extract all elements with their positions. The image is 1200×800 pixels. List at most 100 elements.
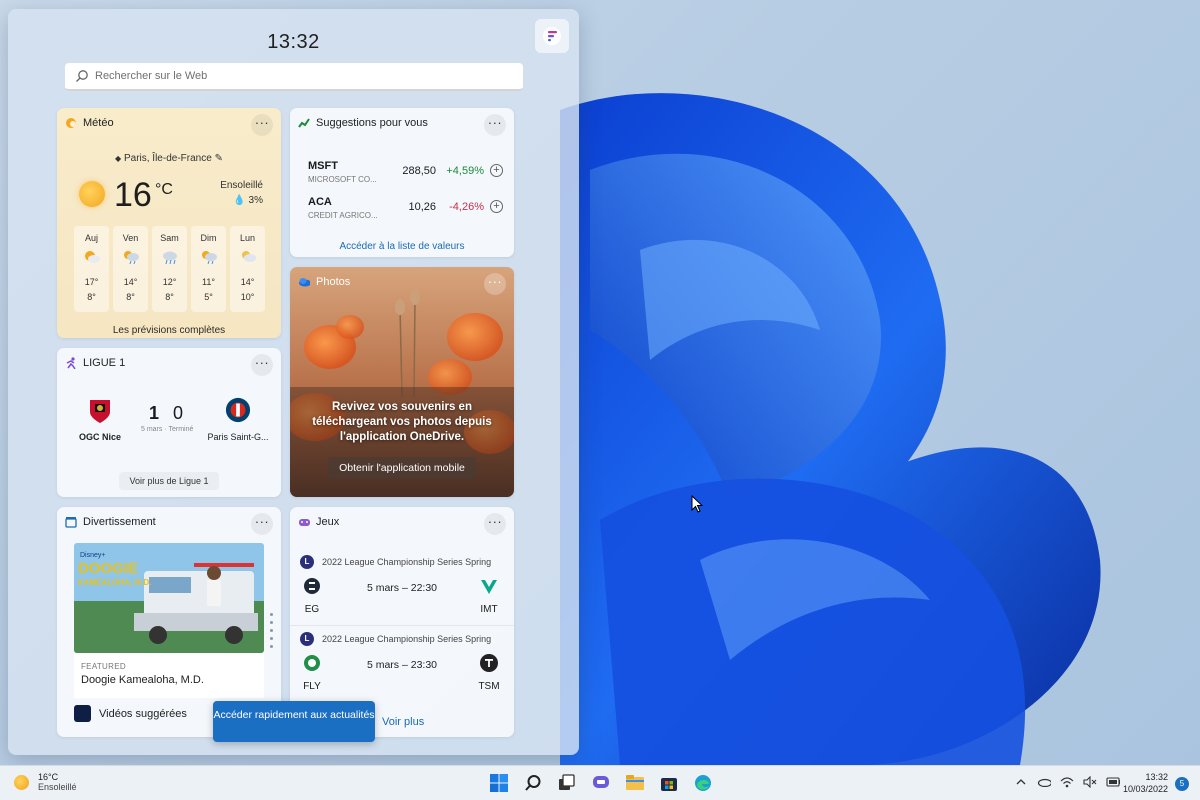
stock-name: CREDIT AGRICO... [308, 211, 378, 220]
match-status: 5 mars · Terminé [141, 426, 194, 433]
ligue1-more-button[interactable]: ··· [251, 354, 273, 376]
away-team-name: Paris Saint-G... [207, 432, 269, 442]
volume-muted-icon[interactable] [1083, 775, 1097, 789]
featured-title: Doogie Kamealoha, M.D. [81, 674, 204, 686]
rain-cloud-icon [152, 249, 187, 269]
see-more-link[interactable]: Voir plus [382, 716, 424, 728]
stock-row[interactable]: ACA CREDIT AGRICO... 10,26 -4,26% + [308, 196, 504, 224]
forecast-day[interactable]: Sam 12° 8° [152, 226, 187, 312]
weather-location[interactable]: ◆ Paris, Île-de-France ✎ [57, 153, 281, 164]
search-button[interactable] [520, 770, 546, 796]
match-league: L 2022 League Championship Series Spring [300, 555, 491, 569]
lcs-logo-icon: L [300, 555, 314, 569]
weather-widget[interactable]: Météo ··· ◆ Paris, Île-de-France ✎ 16 °C… [57, 108, 281, 338]
watchlist-link[interactable]: Accéder à la liste de valeurs [290, 241, 514, 252]
add-stock-icon[interactable]: + [490, 164, 503, 177]
stock-symbol: ACA [308, 196, 332, 208]
forecast-low: 8° [165, 292, 174, 302]
stock-price: 10,26 [408, 201, 436, 213]
chevron-up-icon[interactable] [1014, 775, 1028, 789]
ligue1-title: LIGUE 1 [83, 357, 126, 369]
profile-icon [543, 27, 561, 45]
stocks-chart-icon [298, 117, 310, 129]
carousel-dots[interactable] [270, 613, 274, 653]
poster-art: Disney+ DOOGIE KAMEALOHA, M.D. [74, 543, 264, 653]
league-name: 2022 League Championship Series Spring [322, 634, 492, 644]
start-button[interactable] [486, 770, 512, 796]
edge-button[interactable] [690, 770, 716, 796]
stocks-widget[interactable]: Suggestions pour vous ··· MSFT MICROSOFT… [290, 108, 514, 257]
stock-row[interactable]: MSFT MICROSOFT CO... 288,50 +4,59% + [308, 160, 504, 188]
quick-news-button[interactable]: Accéder rapidement aux actualités [213, 701, 375, 742]
profile-button[interactable] [535, 19, 569, 53]
store-button[interactable] [656, 770, 682, 796]
sun-rain-icon [191, 249, 226, 269]
weather-precipitation: 💧 3% [233, 195, 263, 206]
tsm-logo-icon [480, 654, 498, 672]
wifi-icon[interactable] [1060, 775, 1074, 789]
photos-widget[interactable]: Photos ··· Revivez vos souvenirs en télé… [290, 267, 514, 497]
poster-title-line2: KAMEALOHA, M.D. [78, 578, 151, 587]
full-forecast-link[interactable]: Les prévisions complètes [57, 325, 281, 336]
edit-location-icon[interactable]: ✎ [215, 153, 223, 164]
ligue1-widget[interactable]: LIGUE 1 ··· OGC Nice 10 5 mars · Terminé… [57, 348, 281, 497]
get-mobile-app-button[interactable]: Obtenir l'application mobile [328, 457, 476, 479]
entertainment-icon [65, 516, 77, 528]
league-name: 2022 League Championship Series Spring [322, 557, 492, 567]
away-team[interactable]: Paris Saint-G... [203, 396, 273, 442]
forecast-day-label: Lun [239, 233, 256, 243]
weather-unit[interactable]: °C [155, 181, 173, 199]
file-explorer-button[interactable] [622, 770, 648, 796]
team-left-name: EG [304, 604, 320, 615]
web-search-input[interactable]: Rechercher sur le Web [65, 63, 523, 91]
taskbar-weather-temp: 16°C [38, 772, 59, 782]
taskbar-time: 13:32 [1145, 772, 1168, 782]
add-stock-icon[interactable]: + [490, 200, 503, 213]
forecast-day[interactable]: Auj 17° 8° [74, 226, 109, 312]
more-ligue1-link[interactable]: Voir plus de Ligue 1 [119, 472, 219, 490]
battery-icon[interactable] [1106, 775, 1120, 789]
esports-match[interactable]: EG 5 mars – 22:30 IMT [300, 576, 504, 616]
forecast-high: 11° [202, 277, 215, 287]
team-right-name: TSM [478, 681, 500, 692]
onedrive-icon[interactable] [1037, 775, 1051, 789]
notification-badge[interactable]: 5 [1175, 777, 1189, 791]
entertainment-more-button[interactable]: ··· [251, 513, 273, 535]
games-more-button[interactable]: ··· [484, 513, 506, 535]
edge-icon [695, 775, 711, 791]
taskbar-clock[interactable]: 13:32 10/03/2022 [1120, 771, 1168, 795]
store-icon [661, 778, 677, 791]
weather-more-button[interactable]: ··· [251, 114, 273, 136]
panel-clock: 13:32 [267, 31, 320, 53]
forecast-day[interactable]: Ven 14° 8° [113, 226, 148, 312]
doogie-poster[interactable]: Disney+ DOOGIE KAMEALOHA, M.D. [74, 543, 264, 653]
home-team[interactable]: OGC Nice [65, 396, 135, 442]
forecast-day-label: Dim [200, 233, 217, 243]
forecast-day[interactable]: Dim 11° 5° [191, 226, 226, 312]
stocks-more-button[interactable]: ··· [484, 114, 506, 136]
match-score: 10 [149, 403, 183, 424]
photos-more-button[interactable]: ··· [484, 273, 506, 295]
suggested-videos[interactable]: Vidéos suggérées [74, 705, 187, 722]
home-score: 1 [149, 403, 160, 423]
stocks-title: Suggestions pour vous [316, 117, 428, 129]
forecast-day-label: Sam [160, 233, 179, 243]
ogc-nice-crest-icon [90, 400, 110, 423]
taskbar-weather[interactable]: 16°C Ensoleillé [14, 772, 77, 792]
weather-precip-value: 3% [248, 195, 263, 206]
onedrive-cloud-icon [298, 276, 310, 288]
home-team-name: OGC Nice [78, 432, 121, 442]
sport-runner-icon [65, 357, 77, 369]
featured-item[interactable]: FEATURED Doogie Kamealoha, M.D. [74, 653, 264, 698]
esports-match[interactable]: FLY 5 mars – 23:30 TSM [300, 653, 504, 693]
poster-title-line1: DOOGIE [78, 560, 138, 577]
forecast-high: 12° [162, 277, 177, 287]
forecast-day[interactable]: Lun 14° 10° [230, 226, 265, 312]
match-league: L 2022 League Championship Series Spring [300, 632, 491, 646]
taskbar-apps [486, 770, 716, 796]
entertainment-title: Divertissement [83, 516, 156, 528]
chat-button[interactable] [588, 770, 614, 796]
poster-brand: Disney+ [80, 552, 105, 559]
stock-symbol: MSFT [308, 160, 338, 172]
task-view-button[interactable] [554, 770, 580, 796]
